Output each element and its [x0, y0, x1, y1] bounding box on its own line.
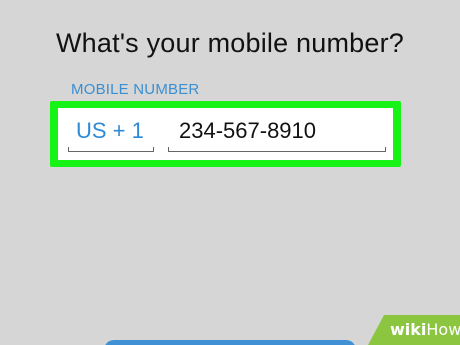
continue-button[interactable]	[104, 340, 356, 345]
wikihow-logo-wiki: wiki	[390, 320, 427, 339]
phone-input-group: US + 1 234-567-8910	[58, 108, 393, 160]
phone-number-underline	[168, 147, 386, 152]
country-code-selector[interactable]: US + 1	[76, 118, 144, 144]
wikihow-logo-how: How	[426, 320, 460, 339]
mobile-number-label: MOBILE NUMBER	[71, 81, 200, 98]
phone-number-input[interactable]: 234-567-8910	[179, 118, 316, 144]
page-title: What's your mobile number?	[56, 28, 404, 58]
country-code-underline	[68, 147, 154, 152]
wikihow-logo: wikiHow	[368, 315, 460, 345]
